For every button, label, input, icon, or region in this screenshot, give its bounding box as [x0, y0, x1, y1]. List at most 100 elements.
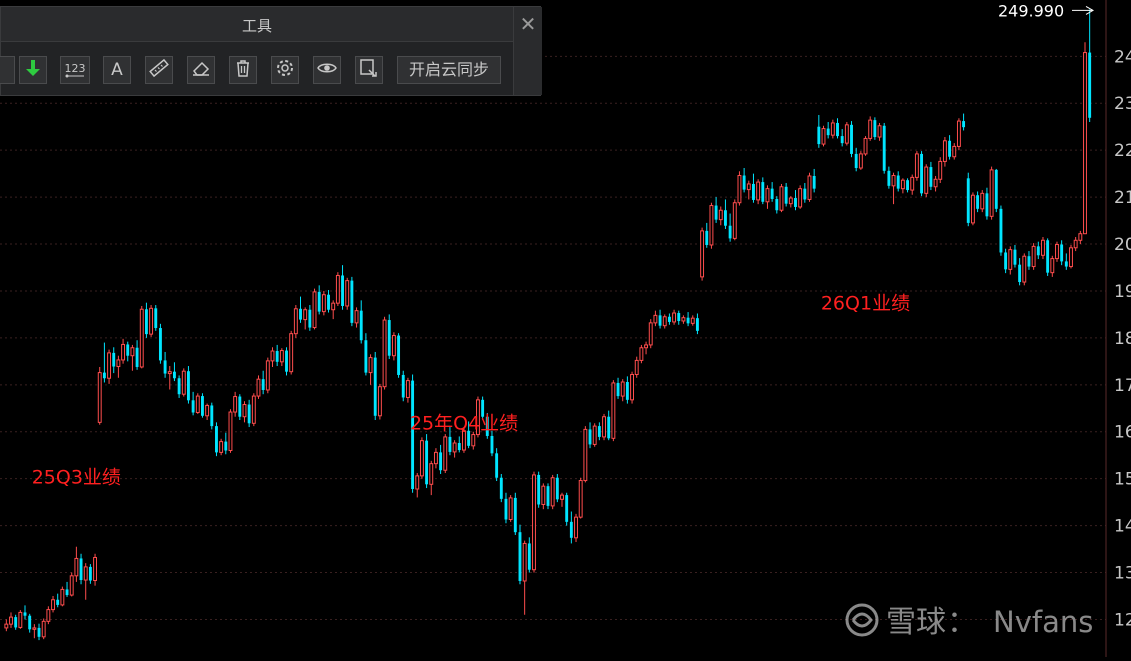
candle-body [391, 335, 396, 357]
candle [364, 333, 368, 376]
visibility-button[interactable] [313, 56, 341, 84]
number-123-icon: 123 [64, 63, 86, 78]
candle [1004, 248, 1008, 274]
candle-body [1027, 256, 1031, 267]
candle [471, 431, 476, 450]
candle [256, 375, 261, 399]
candle [1083, 42, 1087, 235]
candle [705, 222, 709, 248]
candle [186, 366, 190, 404]
candle-body [359, 310, 363, 341]
candle [836, 118, 839, 139]
candle-body [419, 440, 424, 477]
candle [205, 403, 210, 421]
y-tick-label: 16 [1114, 423, 1131, 443]
candle [667, 313, 671, 325]
candle-body [887, 170, 891, 186]
close-button[interactable]: ✕ [513, 7, 542, 95]
candle [690, 315, 695, 326]
download-button[interactable] [19, 56, 47, 84]
candle-body [513, 497, 517, 533]
candle [46, 606, 51, 625]
candle-body [620, 381, 625, 397]
y-tick-label: 15 [1114, 470, 1131, 490]
candle [956, 118, 961, 151]
candle-body [546, 486, 550, 506]
tool-window-title: 工具 [241, 17, 272, 35]
candle [415, 473, 420, 498]
candle [686, 312, 690, 327]
tool-window[interactable]: 工具 ✕ 123 A 开启云同步 [0, 6, 542, 96]
candle [611, 380, 616, 442]
chart-canvas[interactable]: 25Q3业绩25年Q4业绩26Q1业绩26Q2业绩249.990雪球：Nvfan… [0, 0, 1131, 657]
candle-body [784, 186, 788, 204]
candle-body [210, 405, 214, 427]
candle-body [172, 371, 176, 379]
delete-button[interactable] [229, 56, 257, 84]
candle [439, 444, 443, 474]
candle-body [788, 197, 793, 205]
candle-body [265, 360, 270, 391]
candle [210, 402, 214, 430]
candle-body [952, 145, 957, 158]
candle-body [1022, 255, 1027, 283]
candle-body [415, 475, 420, 490]
tool-button-partial[interactable] [0, 56, 15, 84]
candle-body [401, 374, 405, 398]
eraser-tool-button[interactable] [187, 56, 215, 84]
candle-body [803, 188, 807, 200]
y-tick-label: 13 [1114, 564, 1131, 584]
candle [387, 314, 391, 360]
candle [224, 432, 228, 455]
annotation-label: 25Q3业绩 [32, 466, 121, 488]
candle-body [732, 202, 737, 239]
candle [938, 157, 943, 184]
candle-body [228, 411, 233, 452]
candle [107, 349, 112, 384]
candle-body [1050, 258, 1055, 274]
candle [723, 199, 727, 230]
candle [69, 572, 74, 597]
ruler-tool-button[interactable] [145, 56, 173, 84]
candle [527, 537, 531, 573]
candle-body [863, 137, 868, 155]
candle [817, 114, 821, 148]
candle [419, 437, 424, 479]
candle [569, 511, 573, 544]
candle [775, 196, 779, 214]
candle-body [718, 209, 723, 221]
candle-body [588, 429, 592, 445]
candle [887, 166, 891, 189]
candle [429, 460, 434, 496]
candle-body [28, 615, 32, 630]
number-tool-button[interactable]: 123 [60, 56, 90, 84]
candle-body [56, 599, 60, 605]
candle-body [705, 230, 709, 245]
candle-body [914, 153, 919, 178]
grid-lines [0, 55, 1106, 620]
candle-body [32, 627, 37, 630]
candle-body [275, 351, 279, 362]
candle-body [653, 314, 658, 324]
candle-body [550, 477, 555, 507]
candle [4, 619, 9, 632]
candle [906, 178, 910, 193]
y-tick-label: 20 [1114, 235, 1131, 255]
settings-button[interactable] [271, 56, 299, 84]
candle [23, 605, 27, 620]
candle [807, 172, 812, 202]
candlestick-chart[interactable]: 25Q3业绩25年Q4业绩26Q1业绩26Q2业绩249.990雪球：Nvfan… [0, 0, 1131, 657]
candle [840, 129, 844, 147]
candle-body [4, 623, 9, 629]
annotations: 25Q3业绩25年Q4业绩26Q1业绩26Q2业绩249.990雪球：Nvfan… [32, 1, 1095, 640]
y-tick-label: 24 [1114, 47, 1131, 67]
candle [662, 314, 667, 329]
tool-window-titlebar[interactable]: 工具 [1, 7, 513, 42]
candle-body [121, 343, 126, 361]
screenshot-button[interactable] [355, 56, 383, 84]
candle-body [186, 371, 190, 401]
candle [1088, 9, 1092, 123]
text-tool-button[interactable]: A [103, 56, 131, 84]
cloud-sync-button[interactable]: 开启云同步 [397, 56, 501, 84]
candle [32, 624, 37, 639]
